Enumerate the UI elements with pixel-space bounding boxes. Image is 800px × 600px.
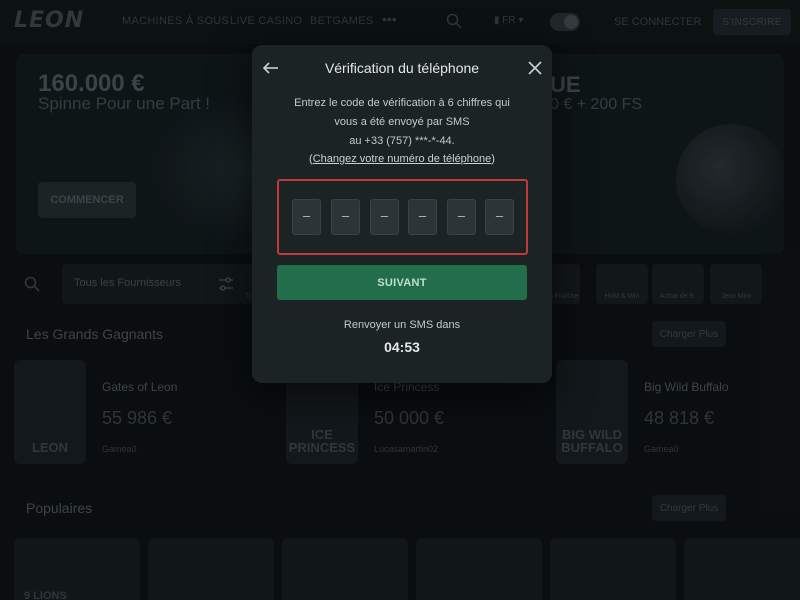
next-button[interactable]: SUIVANT: [277, 265, 527, 300]
phone-verification-modal: Vérification du téléphone Entrez le code…: [252, 45, 552, 383]
instruction-line-3: au +33 (757) ***-*-44.: [349, 135, 455, 147]
change-number-row: (Changez votre numéro de téléphone): [252, 153, 552, 165]
resend-sms-label: Renvoyer un SMS dans: [343, 319, 461, 331]
paren-close: ): [491, 153, 495, 165]
change-phone-number-link[interactable]: Changez votre numéro de téléphone: [313, 153, 492, 165]
code-digit-input-4[interactable]: –: [408, 199, 437, 235]
instruction-line-1: Entrez le code de vérification à 6 chiff…: [294, 97, 510, 109]
code-digit-input-5[interactable]: –: [447, 199, 476, 235]
code-digit-input-6[interactable]: –: [485, 199, 514, 235]
modal-title: Vérification du téléphone: [324, 60, 480, 76]
instruction-line-2: vous a été envoyé par SMS: [334, 116, 470, 128]
code-digit-input-2[interactable]: –: [331, 199, 360, 235]
code-digit-input-1[interactable]: –: [292, 199, 321, 235]
resend-countdown-timer: 04:53: [384, 339, 420, 355]
close-icon[interactable]: [528, 61, 542, 75]
code-digit-input-3[interactable]: –: [370, 199, 399, 235]
verification-code-group: – – – – – –: [277, 179, 528, 255]
